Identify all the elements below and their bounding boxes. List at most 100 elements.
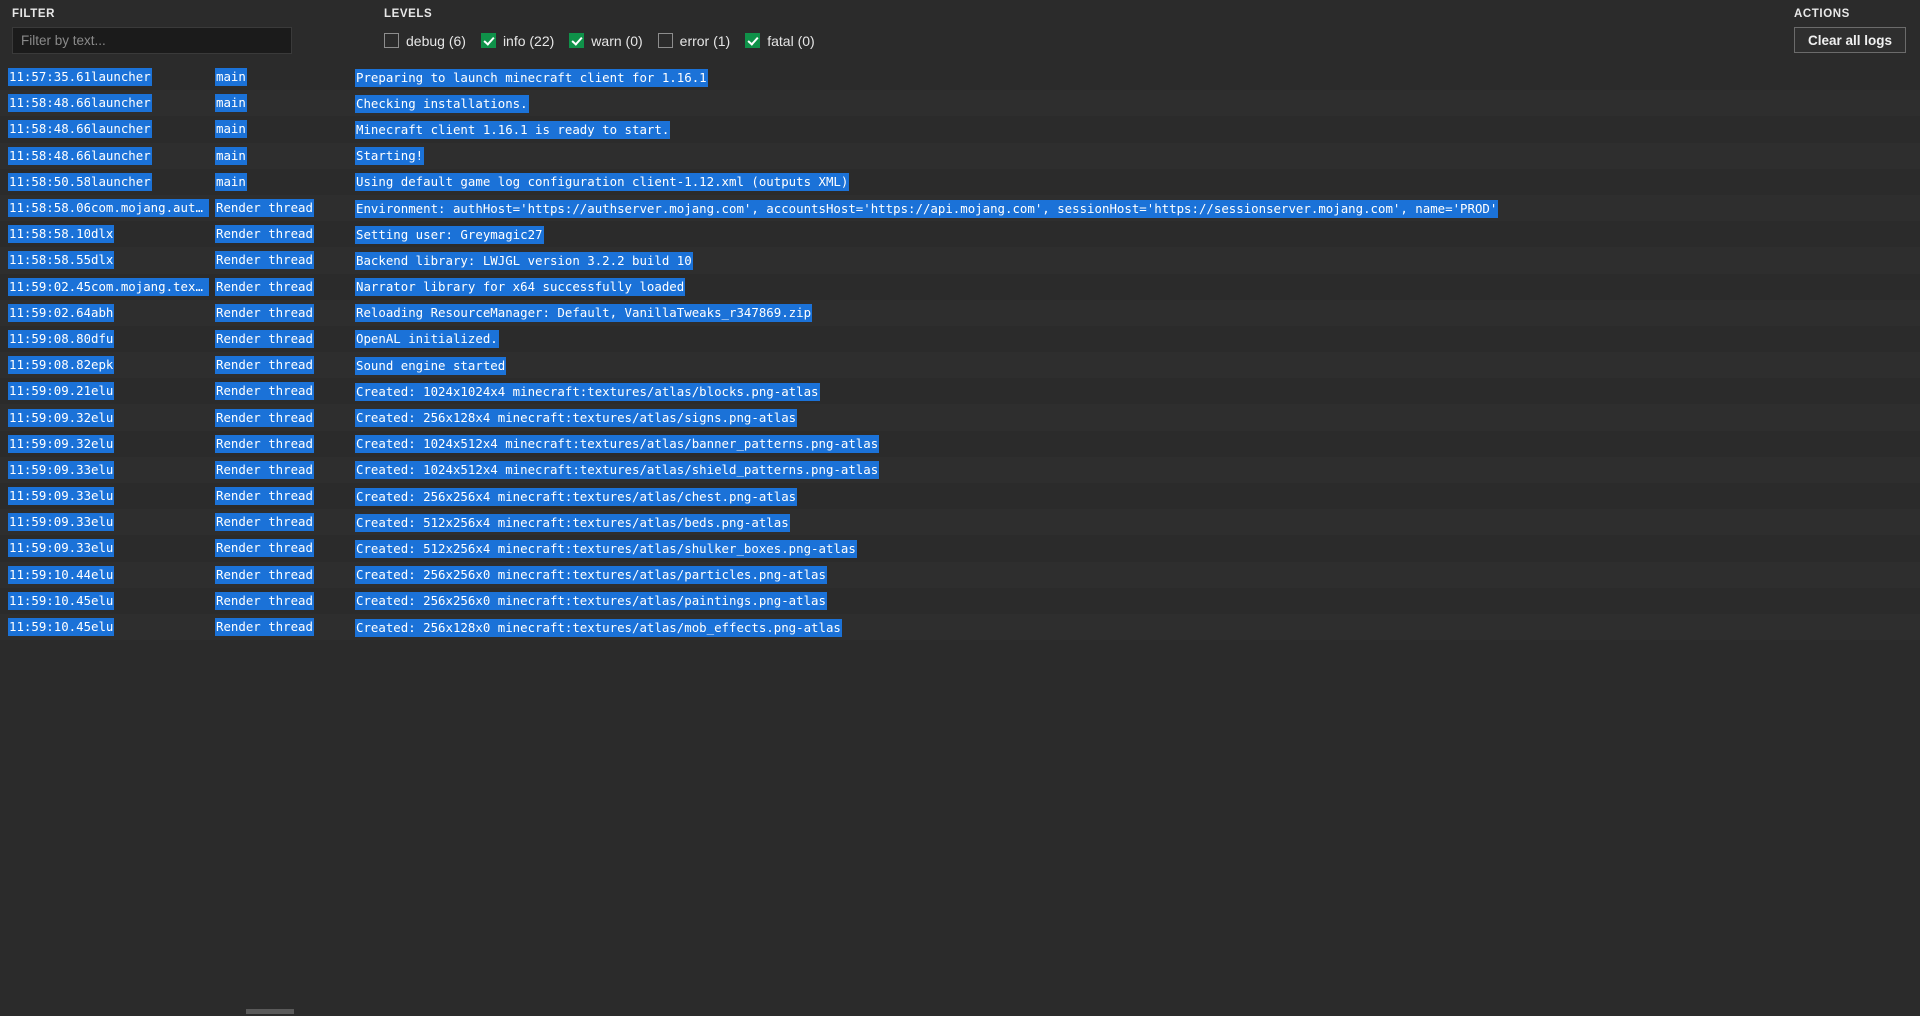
log-thread-text: Render thread — [215, 225, 314, 243]
log-thread: Render thread — [209, 330, 337, 348]
log-timestamp: 11:59:09.329 — [0, 435, 86, 453]
log-row[interactable]: 11:59:09.329eluRender threadCreated: 102… — [0, 431, 1920, 457]
level-filter-warn[interactable]: warn (0) — [569, 33, 642, 49]
log-thread-text: main — [215, 147, 247, 165]
log-logger-text: launcher — [90, 147, 152, 165]
log-message-text: Created: 512x256x4 minecraft:textures/at… — [355, 514, 790, 532]
log-row[interactable]: 11:59:09.328eluRender threadCreated: 256… — [0, 404, 1920, 430]
level-filter-debug[interactable]: debug (6) — [384, 33, 466, 49]
log-rows-container: 11:57:35.619launchermainPreparing to lau… — [0, 64, 1920, 640]
level-filter-label-warn: warn (0) — [591, 33, 642, 49]
log-row[interactable]: 11:58:58.550dlxRender threadBackend libr… — [0, 247, 1920, 273]
log-timestamp: 11:59:09.335 — [0, 539, 86, 557]
log-timestamp: 11:59:10.450 — [0, 592, 86, 610]
log-row[interactable]: 11:59:10.448eluRender threadCreated: 256… — [0, 562, 1920, 588]
checkbox-checked-icon[interactable] — [481, 33, 496, 48]
log-timestamp: 11:58:58.105 — [0, 225, 86, 243]
log-row[interactable]: 11:57:35.619launchermainPreparing to lau… — [0, 64, 1920, 90]
log-row[interactable]: 11:59:09.216eluRender threadCreated: 102… — [0, 378, 1920, 404]
log-row[interactable]: 11:58:58.105dlxRender threadSetting user… — [0, 221, 1920, 247]
log-row[interactable]: 11:59:08.804dfuRender threadOpenAL initi… — [0, 326, 1920, 352]
log-logger: launcher — [86, 68, 209, 86]
log-thread: main — [209, 94, 337, 112]
log-message-text: Environment: authHost='https://authserve… — [355, 200, 1498, 218]
log-thread-text: main — [215, 120, 247, 138]
log-logger-text: elu — [90, 539, 114, 557]
log-thread: Render thread — [209, 382, 337, 400]
clear-all-logs-button[interactable]: Clear all logs — [1794, 27, 1906, 53]
log-row[interactable]: 11:59:10.451eluRender threadCreated: 256… — [0, 614, 1920, 640]
log-timestamp: 11:59:09.333 — [0, 487, 86, 505]
log-list[interactable]: 11:57:35.619launchermainPreparing to lau… — [0, 62, 1920, 1016]
log-thread-text: Render thread — [215, 435, 314, 453]
log-message-text: Reloading ResourceManager: Default, Vani… — [355, 304, 812, 322]
log-thread-text: Render thread — [215, 382, 314, 400]
horizontal-scrollbar-thumb[interactable] — [246, 1009, 294, 1014]
log-thread: Render thread — [209, 566, 337, 584]
log-message: Created: 512x256x4 minecraft:textures/at… — [337, 541, 1920, 556]
log-thread: Render thread — [209, 539, 337, 557]
log-timestamp: 11:59:09.330 — [0, 461, 86, 479]
checkbox-unchecked-icon[interactable] — [658, 33, 673, 48]
log-timestamp: 11:58:58.550 — [0, 251, 86, 269]
log-logger-text: epk — [90, 356, 114, 374]
log-row[interactable]: 11:59:09.330elu Render thread Created: 102… — [0, 457, 1920, 483]
log-message-text: Checking installations. — [355, 95, 529, 113]
log-timestamp: 11:57:35.619 — [0, 68, 86, 86]
log-row[interactable]: 11:59:02.649abhRender threadReloading Re… — [0, 300, 1920, 326]
checkbox-checked-icon[interactable] — [745, 33, 760, 48]
log-logger-text: com.mojang.authlib.y… — [90, 199, 209, 217]
log-message: Narrator library for x64 successfully lo… — [337, 279, 1920, 294]
log-timestamp: 11:59:10.448 — [0, 566, 86, 584]
log-message-text: Created: 1024x512x4 minecraft:textures/a… — [355, 461, 879, 479]
checkbox-unchecked-icon[interactable] — [384, 33, 399, 48]
log-thread: Render thread — [209, 225, 337, 243]
level-filter-info[interactable]: info (22) — [481, 33, 554, 49]
horizontal-scrollbar[interactable] — [0, 1007, 1920, 1016]
search-input[interactable] — [12, 27, 292, 54]
log-message: Sound engine started — [337, 358, 1920, 373]
log-logger-text: dlx — [90, 251, 114, 269]
log-timestamp: 11:59:09.328 — [0, 409, 86, 427]
log-message: Created: 256x256x4 minecraft:textures/at… — [337, 489, 1920, 504]
log-row[interactable]: 11:59:02.454com.mojang.text2spee…Render … — [0, 274, 1920, 300]
log-thread-text: Render thread — [215, 330, 314, 348]
level-filter-error[interactable]: error (1) — [658, 33, 731, 49]
log-logger: dlx — [86, 251, 209, 269]
log-logger: launcher — [86, 94, 209, 112]
log-thread-text: Render thread — [215, 461, 314, 479]
log-row[interactable]: 11:59:10.450eluRender threadCreated: 256… — [0, 588, 1920, 614]
log-row[interactable]: 11:58:48.663launchermainMinecraft client… — [0, 116, 1920, 142]
log-thread-text: Render thread — [215, 278, 314, 296]
log-timestamp: 11:59:08.804 — [0, 330, 86, 348]
log-logger-text: elu — [90, 409, 114, 427]
log-row[interactable]: 11:59:09.333eluRender threadCreated: 256… — [0, 483, 1920, 509]
log-message-text: Created: 1024x512x4 minecraft:textures/a… — [355, 435, 879, 453]
checkbox-checked-icon[interactable] — [569, 33, 584, 48]
log-row[interactable]: 11:58:48.664launchermainStarting! — [0, 143, 1920, 169]
levels-section-label: LEVELS — [384, 8, 815, 21]
log-timestamp: 11:58:48.663 — [0, 120, 86, 138]
level-filter-fatal[interactable]: fatal (0) — [745, 33, 814, 49]
toolbar: FILTER LEVELS debug (6) info (22) warn (0)… — [0, 0, 1920, 62]
log-row[interactable]: 11:58:58.061com.mojang.authlib.y…Render … — [0, 195, 1920, 221]
log-logger: elu — [86, 592, 209, 610]
log-logger: elu — [86, 513, 209, 531]
log-logger-text: launcher — [90, 173, 152, 191]
log-thread-text: main — [215, 94, 247, 112]
log-message-text: Starting! — [355, 147, 424, 165]
filter-section-label: FILTER — [12, 8, 292, 21]
log-row[interactable]: 11:58:48.662launchermainChecking install… — [0, 90, 1920, 116]
level-filter-label-debug: debug (6) — [406, 33, 466, 49]
log-logger: launcher — [86, 120, 209, 138]
log-row[interactable]: 11:59:09.335elu Render threadCreated: 512… — [0, 535, 1920, 561]
log-row[interactable]: 11:59:09.334eluRender threadCreated: 512… — [0, 509, 1920, 535]
log-row[interactable]: 11:59:08.826epkRender threadSound engine… — [0, 352, 1920, 378]
log-row[interactable]: 11:58:50.585launchermainUsing default ga… — [0, 169, 1920, 195]
log-logger: elu — [86, 461, 209, 479]
level-filter-label-fatal: fatal (0) — [767, 33, 814, 49]
log-message-text: Narrator library for x64 successfully lo… — [355, 278, 685, 296]
log-message: Created: 1024x512x4 minecraft:textures/a… — [337, 436, 1920, 451]
log-message: Reloading ResourceManager: Default, Vani… — [337, 305, 1920, 320]
log-timestamp: 11:59:09.216 — [0, 382, 86, 400]
